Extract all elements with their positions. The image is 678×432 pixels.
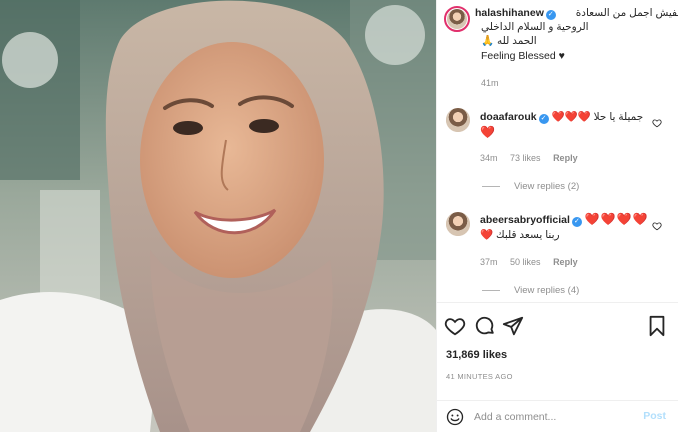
comment-text-line-2: ❤️ <box>480 125 496 139</box>
comment-avatar-abeersabryofficial[interactable] <box>446 212 470 236</box>
comment-avatar-doaafarouk[interactable] <box>446 108 470 132</box>
post-comment-button[interactable]: Post <box>643 410 666 422</box>
author-avatar-image <box>447 9 467 29</box>
author-avatar[interactable] <box>444 6 470 32</box>
post-timestamp: 41 MINUTES AGO <box>446 372 513 381</box>
comment-composer: Post <box>436 400 678 432</box>
caption-line-3: الحمد لله 🙏 <box>481 35 537 47</box>
comment-avatar-image <box>446 108 470 132</box>
verified-badge-icon: ✓ <box>538 114 549 124</box>
post-caption: halashihanew ✓ مفيش اجمل من السعادة الروح… <box>475 6 678 62</box>
comment-text-line-2: ربنا يسعد قلبك ❤️ <box>480 229 560 241</box>
bookmark-icon[interactable] <box>646 315 668 337</box>
comment-text-line-1: ❤️❤️❤️❤️ <box>584 212 649 226</box>
emoji-icon[interactable] <box>446 408 464 426</box>
comment-meta: 34m 73 likes Reply <box>480 153 588 163</box>
comment-header: abeersabryofficial ✓ ❤️❤️❤️❤️ <box>480 212 649 227</box>
comment-username[interactable]: abeersabryofficial <box>480 214 570 226</box>
view-replies-button-2[interactable]: View replies (4) <box>482 285 579 296</box>
view-replies-label: View replies (2) <box>514 181 580 192</box>
paper-plane-icon[interactable] <box>502 315 524 337</box>
comment-likes[interactable]: 50 likes <box>510 257 541 267</box>
replies-divider <box>482 289 500 291</box>
comment-like-heart-icon[interactable] <box>652 221 662 231</box>
comment-time: 37m <box>480 257 498 267</box>
caption-line-4: Feeling Blessed ♥ <box>481 50 565 62</box>
comment-meta: 37m 50 likes Reply <box>480 257 588 267</box>
comment-time: 34m <box>480 153 498 163</box>
instagram-post-view: halashihanew ✓ مفيش اجمل من السعادة الروح… <box>0 0 678 432</box>
view-replies-button-1[interactable]: View replies (2) <box>482 181 579 192</box>
comment-username[interactable]: doaafarouk <box>480 111 537 123</box>
replies-divider <box>482 185 500 187</box>
view-replies-label: View replies (4) <box>514 285 580 296</box>
portrait-illustration <box>0 0 436 432</box>
caption-line-2: الروحية و السلام الداخلي <box>481 21 589 33</box>
comment-like-heart-icon[interactable] <box>652 118 662 128</box>
caption-line-1: مفيش اجمل من السعادة <box>575 7 678 19</box>
post-photo[interactable] <box>0 0 436 432</box>
verified-badge-icon: ✓ <box>571 217 582 227</box>
reply-button[interactable]: Reply <box>553 257 578 267</box>
comment-icon[interactable] <box>474 315 496 337</box>
caption-time: 41m <box>481 78 499 88</box>
reply-button[interactable]: Reply <box>553 153 578 163</box>
comment-input[interactable] <box>474 409 634 425</box>
comment-avatar-image <box>446 212 470 236</box>
likes-count[interactable]: 31,869 likes <box>446 349 507 361</box>
comment-header: doaafarouk ✓ جميلة يا حلا ❤️❤️❤️ <box>480 110 643 124</box>
comment-text-line-1: جميلة يا حلا ❤️❤️❤️ <box>551 111 644 123</box>
comment-likes[interactable]: 73 likes <box>510 153 541 163</box>
heart-icon[interactable] <box>444 315 466 337</box>
